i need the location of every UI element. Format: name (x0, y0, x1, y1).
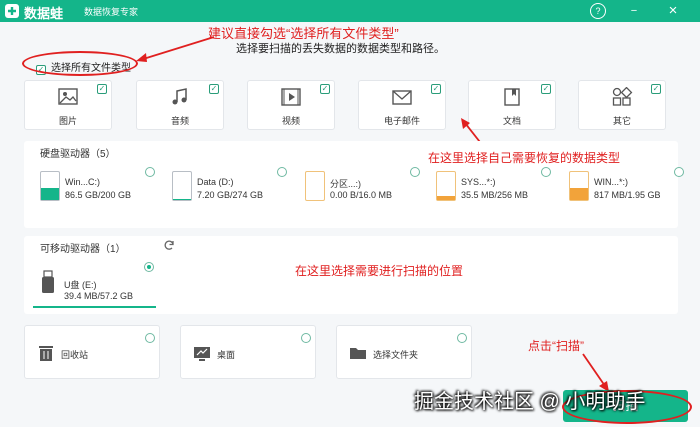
drive-card[interactable]: WIN...*:) 817 MB/1.95 GB (563, 163, 688, 213)
location-label: 桌面 (217, 350, 236, 360)
file-type-audio[interactable]: ✓ 音频 (136, 80, 224, 130)
location-radio[interactable] (457, 333, 467, 343)
image-icon (58, 88, 78, 105)
drive-usage-fill (570, 188, 588, 200)
folder-icon (350, 348, 366, 359)
usb-drive-name: U盘 (E:) (64, 280, 97, 290)
file-type-label: 图片 (58, 116, 77, 126)
app-logo-icon (5, 4, 19, 18)
email-icon (392, 90, 412, 105)
file-type-label: 音频 (170, 116, 189, 126)
audio-icon (172, 88, 187, 105)
usb-drive-icon (42, 270, 54, 293)
annotation-location: 在这里选择需要进行扫描的位置 (295, 264, 464, 278)
drive-size: 0.00 B/16.0 MB (330, 190, 393, 200)
location-label: 回收站 (61, 350, 89, 360)
title-bar: 数据蛙 数据恢复专家 ? − × (0, 0, 700, 22)
file-type-other[interactable]: ✓ 其它 (578, 80, 666, 130)
location-desktop[interactable]: 桌面 (180, 325, 316, 379)
drive-icon (305, 171, 325, 201)
drive-radio[interactable] (541, 167, 551, 177)
drive-radio[interactable] (410, 167, 420, 177)
drive-name: Win...C:) (65, 177, 100, 187)
drive-card[interactable]: Data (D:) 7.20 GB/274 GB (166, 163, 291, 213)
app-name: 数据蛙 (24, 6, 64, 21)
drive-icon (172, 171, 192, 201)
document-icon (504, 88, 520, 106)
location-radio[interactable] (301, 333, 311, 343)
checkbox-icon[interactable]: ✓ (541, 84, 551, 94)
checkbox-icon[interactable]: ✓ (651, 84, 661, 94)
drive-usage-fill (41, 187, 59, 200)
checkbox-icon[interactable]: ✓ (431, 84, 441, 94)
annotation-oval (22, 51, 138, 76)
checkbox-icon[interactable]: ✓ (97, 84, 107, 94)
checkbox-icon[interactable]: ✓ (320, 84, 330, 94)
refresh-icon[interactable] (163, 239, 175, 251)
usb-drive-card[interactable]: U盘 (E:) 39.4 MB/57.2 GB (33, 258, 156, 308)
drive-radio[interactable] (145, 167, 155, 177)
recycle-bin-icon (39, 346, 53, 361)
annotation-arrow (136, 36, 215, 62)
help-icon[interactable]: ? (590, 3, 606, 19)
drive-card[interactable]: SYS...*:) 35.5 MB/256 MB (430, 163, 555, 213)
drive-size: 86.5 GB/200 GB (65, 190, 132, 200)
file-type-label: 电子邮件 (383, 116, 420, 126)
usb-drive-size: 39.4 MB/57.2 GB (64, 291, 134, 301)
drive-name: WIN...*:) (594, 177, 628, 187)
minimize-button[interactable]: − (626, 3, 642, 19)
drive-usage-fill (437, 196, 455, 200)
drive-icon (436, 171, 456, 201)
drive-size: 817 MB/1.95 GB (594, 190, 661, 200)
drive-card[interactable]: Win...C:) 86.5 GB/200 GB (34, 163, 159, 213)
location-choose-folder[interactable]: 选择文件夹 (336, 325, 472, 379)
drive-icon (569, 171, 589, 201)
app-subtitle: 数据恢复专家 (84, 7, 139, 17)
usb-drive-radio[interactable] (144, 262, 154, 272)
drive-usage-fill (173, 199, 191, 200)
instruction-text: 选择要扫描的丢失数据的数据类型和路径。 (236, 43, 445, 55)
drive-name: SYS...*:) (461, 177, 496, 187)
drive-size: 35.5 MB/256 MB (461, 190, 529, 200)
drive-size: 7.20 GB/274 GB (197, 190, 264, 200)
close-button[interactable]: × (665, 3, 681, 19)
drive-radio[interactable] (674, 167, 684, 177)
checkbox-icon[interactable]: ✓ (209, 84, 219, 94)
removable-drive-section-label: 可移动驱动器（1） (40, 244, 126, 255)
file-type-email[interactable]: ✓ 电子邮件 (358, 80, 446, 130)
hard-drive-section-label: 硬盘驱动器（5） (40, 149, 116, 160)
location-radio[interactable] (145, 333, 155, 343)
drive-icon (40, 171, 60, 201)
drive-name: 分区...:) (330, 179, 361, 189)
location-recycle-bin[interactable]: 回收站 (24, 325, 160, 379)
watermark: 掘金技术社区 @ 小明助手 (414, 391, 646, 413)
drive-radio[interactable] (277, 167, 287, 177)
file-type-image[interactable]: ✓ 图片 (24, 80, 112, 130)
file-type-video[interactable]: ✓ 视频 (247, 80, 335, 130)
file-type-label: 视频 (281, 116, 300, 126)
location-label: 选择文件夹 (373, 350, 419, 360)
file-type-label: 其它 (612, 116, 631, 126)
other-icon (612, 87, 633, 106)
video-icon (281, 88, 301, 106)
desktop-icon (194, 347, 210, 361)
drive-name: Data (D:) (197, 177, 234, 187)
drive-card[interactable]: 分区...:) 0.00 B/16.0 MB (299, 163, 424, 213)
